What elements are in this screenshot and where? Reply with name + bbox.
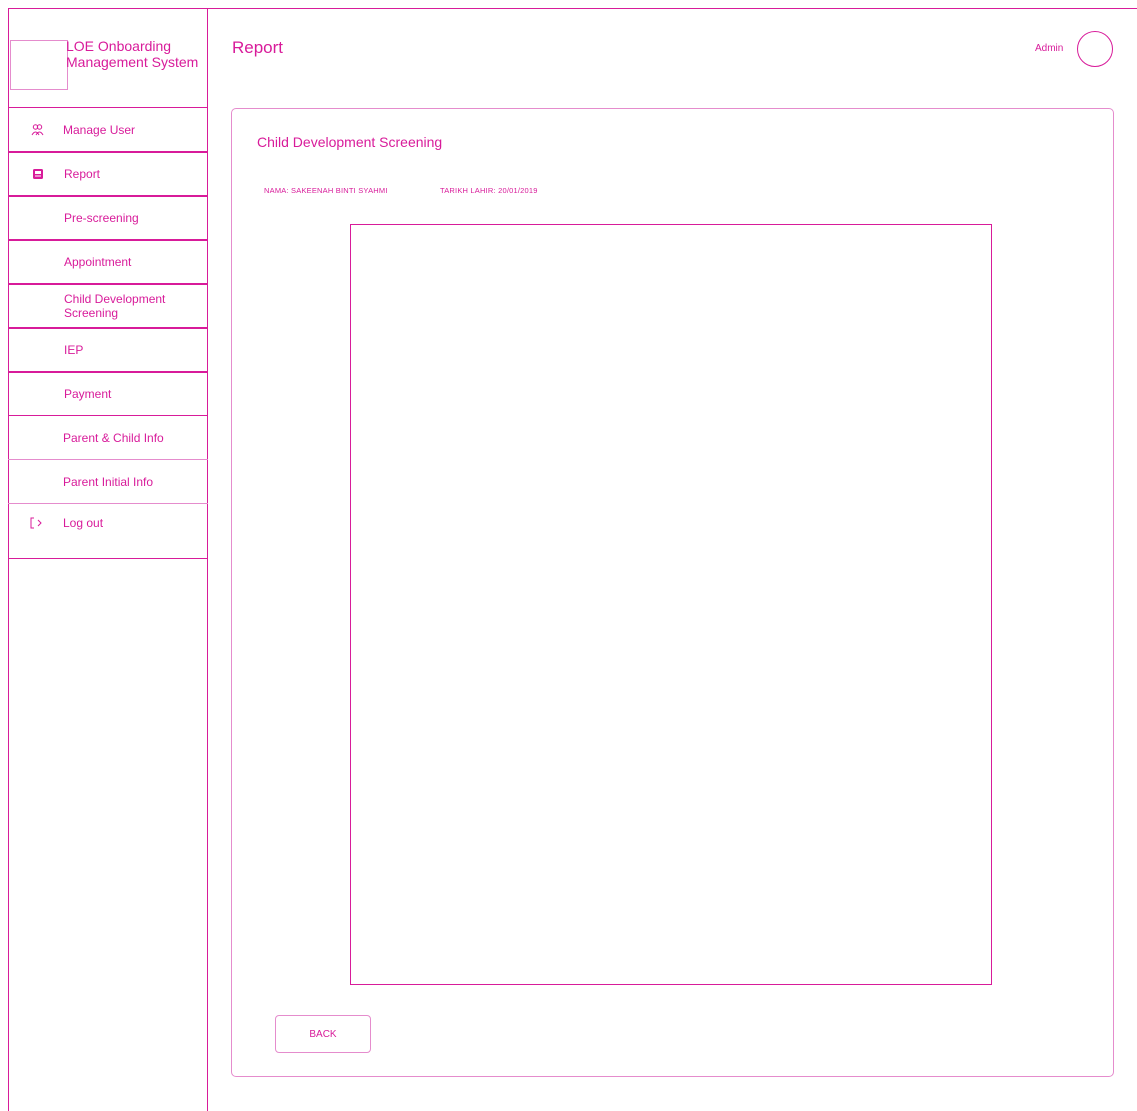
- users-icon: [30, 123, 44, 137]
- sidebar-item-log-out[interactable]: Log out: [8, 504, 208, 548]
- avatar[interactable]: [1077, 31, 1113, 67]
- sidebar-item-child-development-screening[interactable]: Child Development Screening: [8, 284, 208, 328]
- sidebar-item-parent-child-info[interactable]: Parent & Child Info: [8, 416, 208, 460]
- sidebar-item-label: Parent Initial Info: [63, 474, 154, 489]
- sidebar-item-report[interactable]: Report: [8, 152, 208, 196]
- app-title: LOE Onboarding Management System: [66, 38, 199, 70]
- sidebar-item-label: Appointment: [64, 255, 132, 269]
- child-dob: TARIKH LAHIR: 20/01/2019: [440, 186, 538, 195]
- sidebar-item-appointment[interactable]: Appointment: [8, 240, 208, 284]
- sidebar: LOE Onboarding Management System Manage …: [8, 8, 208, 1111]
- sidebar-item-payment[interactable]: Payment: [8, 372, 208, 416]
- sidebar-item-label: Child Development Screening: [64, 292, 166, 320]
- user-label: Admin: [1035, 43, 1064, 54]
- sidebar-divider: [8, 558, 208, 559]
- sidebar-item-label: Log out: [63, 516, 104, 531]
- brand: LOE Onboarding Management System: [8, 8, 208, 108]
- card-title: Child Development Screening: [257, 134, 443, 150]
- logout-icon: [30, 516, 44, 530]
- sidebar-item-label: Pre-screening: [64, 211, 139, 225]
- sidebar-item-iep[interactable]: IEP: [8, 328, 208, 372]
- sidebar-item-label: Parent & Child Info: [63, 430, 164, 445]
- page-title: Report: [232, 38, 284, 57]
- sidebar-item-label: Report: [64, 167, 101, 181]
- report-document-viewer[interactable]: [350, 224, 992, 985]
- sidebar-item-manage-user[interactable]: Manage User: [8, 108, 208, 152]
- sidebar-item-pre-screening[interactable]: Pre-screening: [8, 196, 208, 240]
- logo-placeholder: [10, 40, 68, 90]
- sidebar-item-label: Payment: [64, 387, 112, 401]
- sidebar-item-label: Manage User: [63, 122, 136, 137]
- sidebar-item-parent-initial-info[interactable]: Parent Initial Info: [8, 460, 208, 504]
- sidebar-item-label: IEP: [64, 343, 84, 357]
- back-button[interactable]: BACK: [275, 1015, 371, 1053]
- child-name: NAMA: SAKEENAH BINTI SYAHMI: [264, 186, 388, 195]
- report-icon: [31, 167, 45, 181]
